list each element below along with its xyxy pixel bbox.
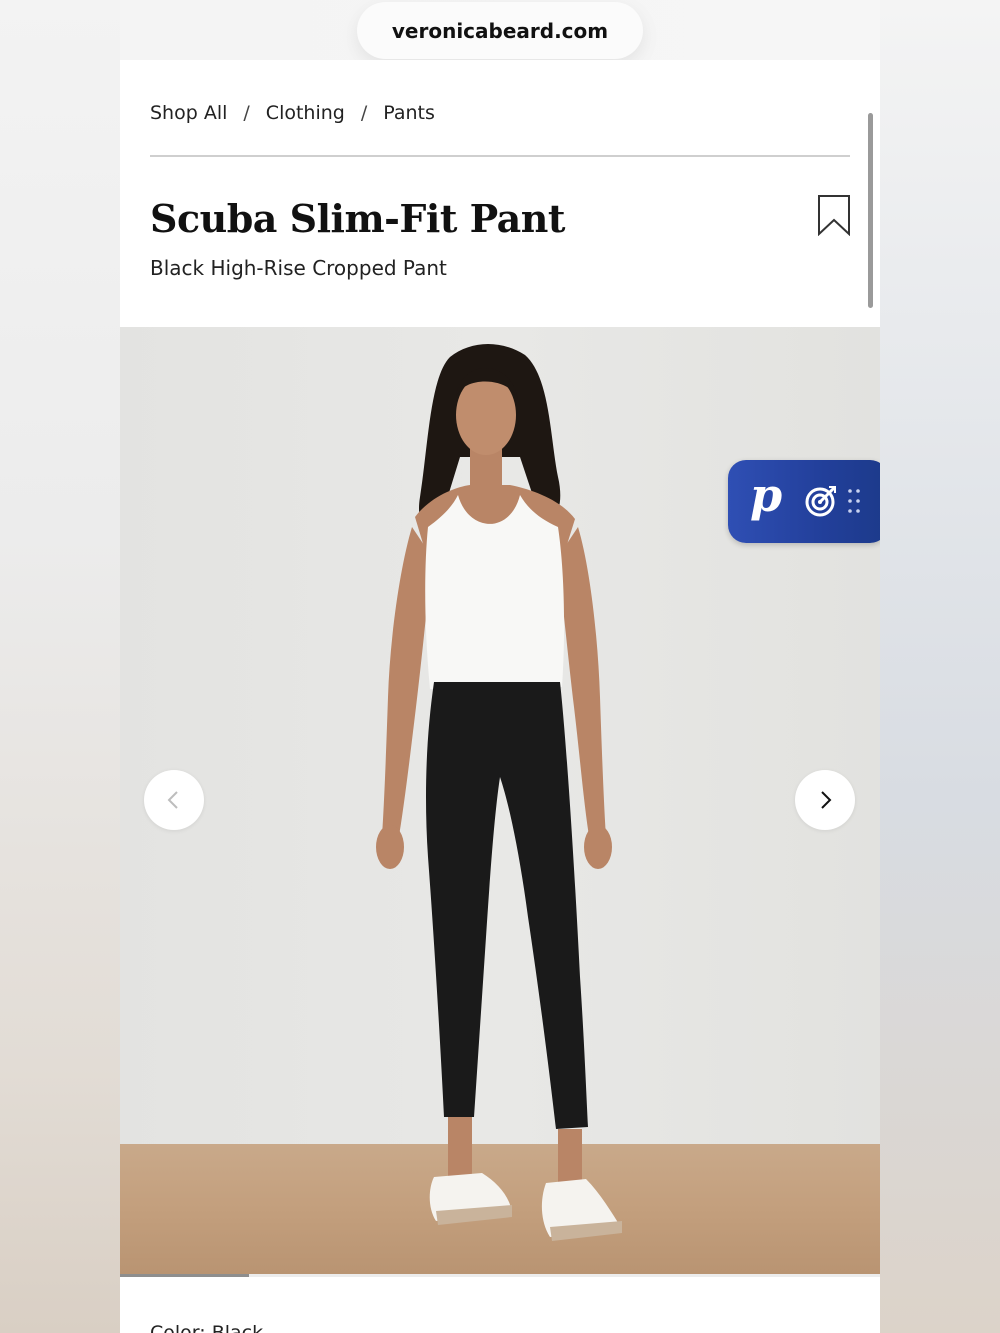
color-label: Color: Black <box>150 1322 264 1333</box>
gallery-progress <box>120 1274 880 1277</box>
url-text: veronicabeard.com <box>391 18 609 43</box>
model-figure <box>376 343 622 1241</box>
gallery-prev-button[interactable] <box>144 770 204 830</box>
bookmark-icon[interactable] <box>817 194 851 237</box>
product-image: p <box>120 327 880 1274</box>
gallery-next-button[interactable] <box>795 770 855 830</box>
product-page: Shop All / Clothing / Pants Scuba Slim-F… <box>120 60 880 1333</box>
breadcrumb-clothing[interactable]: Clothing <box>266 102 345 124</box>
scrollbar[interactable] <box>868 113 873 308</box>
target-icon <box>805 486 836 517</box>
breadcrumb-pants[interactable]: Pants <box>383 102 435 124</box>
background-right <box>880 0 1000 1333</box>
breadcrumb: Shop All / Clothing / Pants <box>150 102 435 124</box>
chevron-right-icon <box>821 791 832 809</box>
background-left <box>0 0 120 1333</box>
breadcrumb-separator: / <box>243 102 250 124</box>
floating-widget[interactable]: p <box>728 460 880 543</box>
divider <box>150 155 850 157</box>
breadcrumb-shop-all[interactable]: Shop All <box>150 102 227 124</box>
breadcrumb-separator: / <box>360 102 368 124</box>
chevron-left-icon <box>167 791 178 809</box>
url-bar[interactable]: veronicabeard.com <box>357 2 643 59</box>
widget-p-logo: p <box>750 468 783 522</box>
product-title: Scuba Slim-Fit Pant <box>150 196 565 241</box>
gallery-progress-fill <box>120 1274 250 1277</box>
grip-icon[interactable] <box>846 487 862 515</box>
product-subtitle: Black High-Rise Cropped Pant <box>150 256 447 280</box>
